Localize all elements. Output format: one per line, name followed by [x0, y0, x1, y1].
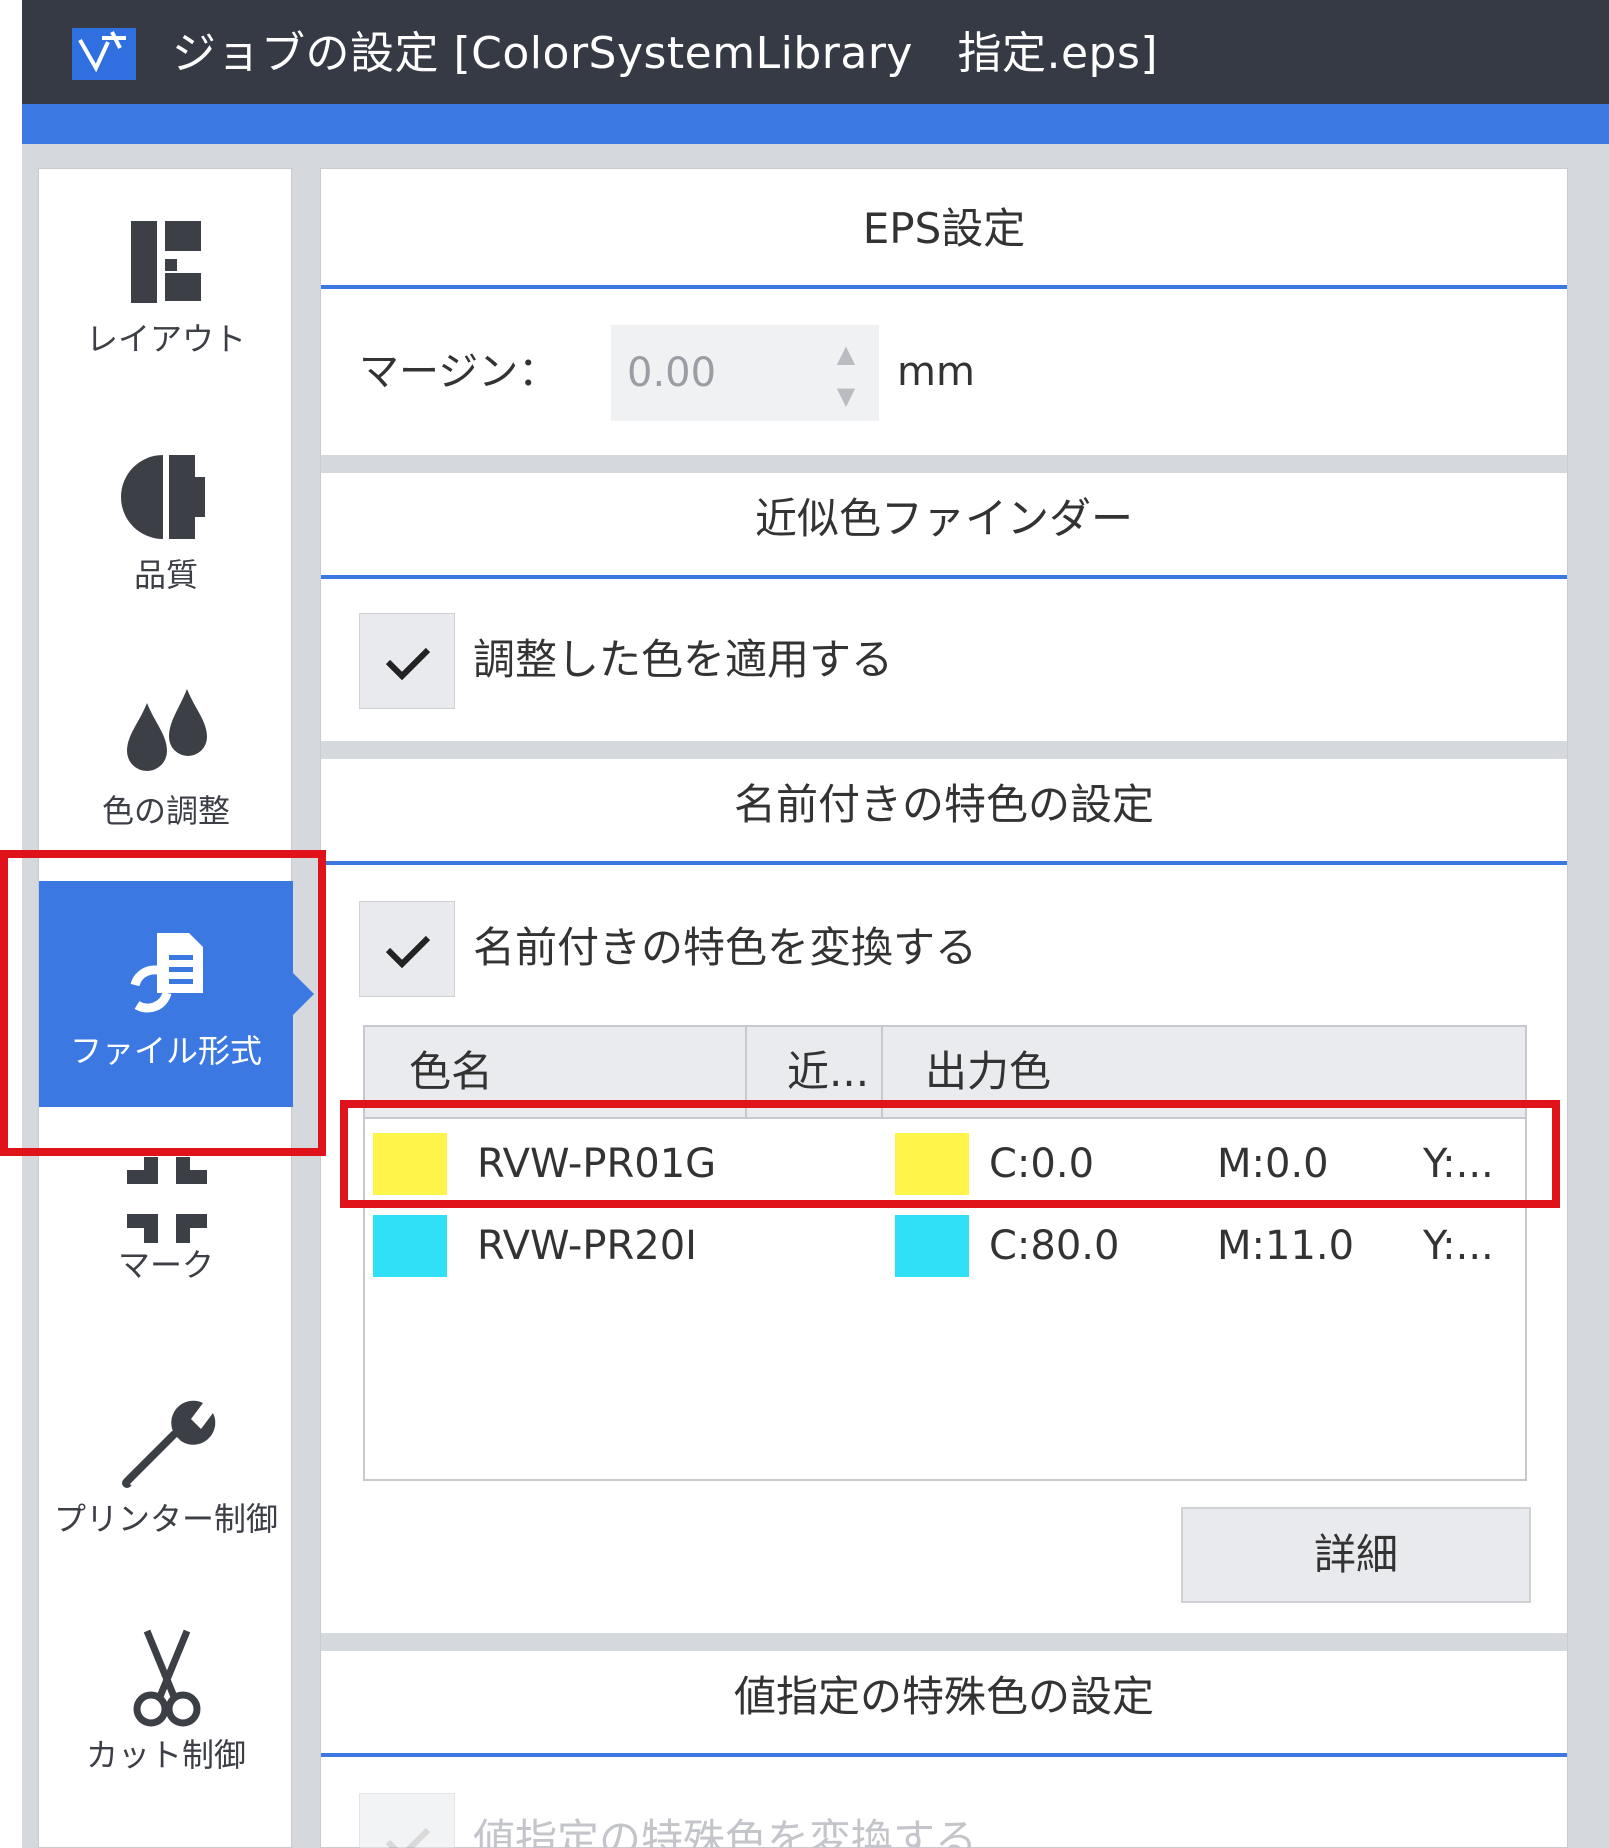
table-row[interactable]: RVW-PR20I C:80.0 M:11.0 Y:... [365, 1205, 1525, 1287]
title-accent-bar [22, 104, 1609, 144]
settings-panel: EPS設定 マージン： 0.00 ▲ ▼ mm 近似色ファインダー 調整した色を… [320, 168, 1568, 1848]
output-m-cell: M:0.0 [1217, 1141, 1329, 1187]
output-color-swatch [895, 1215, 969, 1277]
checkmark-icon [385, 647, 431, 681]
sidebar-item-file-format[interactable]: ファイル形式 [39, 881, 293, 1107]
window-title: ジョブの設定 [ColorSystemLibrary 指定.eps] [172, 28, 1159, 79]
margin-label: マージン： [359, 349, 559, 395]
sidebar-item-printer-control[interactable]: プリンター制御 [39, 1349, 293, 1585]
color-name-cell: RVW-PR01G [477, 1141, 717, 1187]
layout-icon [117, 211, 217, 311]
job-settings-window: ジョブの設定 [ColorSystemLibrary 指定.eps] レイアウト [0, 0, 1609, 1848]
output-c-cell: C:80.0 [989, 1223, 1120, 1269]
section-title: 名前付きの特色の設定 [733, 780, 1154, 829]
margin-decrement-icon[interactable]: ▼ [831, 381, 861, 411]
section-title: 近似色ファインダー [754, 494, 1133, 543]
app-logo-icon [72, 28, 136, 80]
margin-increment-icon[interactable]: ▲ [831, 339, 861, 369]
sidebar-item-label: プリンター制御 [53, 1500, 278, 1538]
checkmark-icon [385, 935, 431, 969]
section-header-color-finder: 近似色ファインダー [321, 459, 1567, 579]
section-header-named-spot: 名前付きの特色の設定 [321, 745, 1567, 865]
convert-value-spot-label: 値指定の特殊色を変換する [473, 1815, 978, 1848]
section-title: 値指定の特殊色の設定 [733, 1672, 1154, 1721]
sidebar-item-label: マーク [117, 1246, 214, 1284]
sidebar-item-label: 品質 [133, 556, 198, 594]
column-header-color-name[interactable]: 色名 [365, 1027, 747, 1117]
output-y-cell: Y:... [1423, 1223, 1494, 1269]
margin-value: 0.00 [627, 350, 717, 396]
apply-adjusted-color-label: 調整した色を適用する [473, 635, 894, 684]
sidebar-item-layout[interactable]: レイアウト [39, 169, 293, 405]
checkmark-icon [385, 1827, 431, 1848]
color-swatch [373, 1133, 447, 1195]
crop-marks-icon [117, 1157, 217, 1257]
convert-named-spot-checkbox[interactable] [359, 901, 455, 997]
quality-icon [117, 447, 217, 547]
table-header: 色名 近... 出力色 [365, 1027, 1525, 1119]
wrench-icon [117, 1391, 217, 1491]
column-header-approx[interactable]: 近... [747, 1027, 883, 1117]
margin-unit: mm [897, 349, 975, 395]
title-bar: ジョブの設定 [ColorSystemLibrary 指定.eps] [22, 0, 1609, 104]
sidebar-item-color-adjust[interactable]: 色の調整 [39, 641, 293, 877]
convert-value-spot-checkbox[interactable] [359, 1793, 455, 1848]
section-header-eps: EPS設定 [321, 169, 1567, 289]
output-y-cell: Y:... [1423, 1141, 1494, 1187]
sidebar-item-label: レイアウト [85, 320, 246, 358]
sidebar-item-label: 色の調整 [101, 792, 230, 830]
sidebar: レイアウト 品質 色の調整 ファイル形式 マーク プリンター制御 カット制御 [38, 168, 293, 1848]
output-m-cell: M:11.0 [1217, 1223, 1355, 1269]
color-drops-icon [117, 683, 217, 783]
detail-button[interactable]: 詳細 [1181, 1507, 1531, 1603]
sidebar-item-cut-control[interactable]: カット制御 [39, 1585, 293, 1821]
sidebar-item-mark[interactable]: マーク [39, 1115, 293, 1351]
output-color-swatch [895, 1133, 969, 1195]
sidebar-item-label: ファイル形式 [69, 1032, 262, 1070]
color-name-cell: RVW-PR20I [477, 1223, 697, 1269]
scissors-icon [117, 1627, 217, 1727]
sidebar-item-quality[interactable]: 品質 [39, 405, 293, 641]
apply-adjusted-color-checkbox[interactable] [359, 613, 455, 709]
section-title: EPS設定 [862, 204, 1026, 253]
column-header-output-color[interactable]: 出力色 [883, 1027, 1483, 1117]
spot-color-table[interactable]: 色名 近... 出力色 RVW-PR01G C:0.0 M:0.0 Y:... … [363, 1025, 1527, 1481]
table-row[interactable]: RVW-PR01G C:0.0 M:0.0 Y:... [365, 1123, 1525, 1205]
color-swatch [373, 1215, 447, 1277]
file-convert-icon [117, 923, 217, 1023]
sidebar-item-label: カット制御 [85, 1736, 246, 1774]
section-header-value-spot: 値指定の特殊色の設定 [321, 1637, 1567, 1757]
output-c-cell: C:0.0 [989, 1141, 1095, 1187]
convert-named-spot-label: 名前付きの特色を変換する [473, 923, 978, 972]
active-indicator-arrow [292, 972, 314, 1016]
